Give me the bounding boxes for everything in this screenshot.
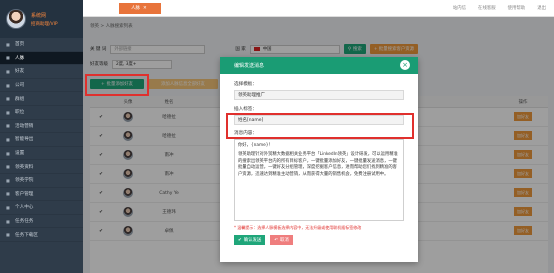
close-icon[interactable]: ✕ <box>143 6 147 11</box>
sidebar-item-5[interactable]: ■ 职位 <box>0 106 83 120</box>
profile-name: 系统网 <box>31 12 47 19</box>
cancel-label: 取消 <box>279 238 289 243</box>
sidebar-item-2[interactable]: ■ 好友 <box>0 65 83 79</box>
home-icon: ■ <box>6 41 10 47</box>
building-icon: ■ <box>6 82 10 88</box>
confirm-send-label: 确认发送 <box>243 238 262 243</box>
sidebar: 系统网 招商助理/VIP ■ 首页 ■ 人脉 ■ 好友 ■ 公司 ■ 群组 ■ 职位 ■ 活动营销 ■ 智能导… <box>0 0 83 273</box>
sidebar-item-label: 个人中心 <box>15 205 34 211</box>
message-content-textarea[interactable]: 你好，{name}！ 领英助理针对外贸精大数据相关业务平台「LinkedIn领英… <box>234 139 404 221</box>
tab-people[interactable]: 人脉 ✕ <box>119 2 161 14</box>
sidebar-item-label: 人脉 <box>15 55 25 61</box>
sidebar-item-label: 群组 <box>15 96 25 102</box>
sidebar-item-label: 领英学院 <box>15 178 34 184</box>
topbar: 人脉 ✕ 站内信 在线客服 使用帮助 退出 <box>83 0 554 17</box>
tab-label: 人脉 <box>131 6 140 11</box>
download-icon: ■ <box>6 232 10 238</box>
sidebar-item-9[interactable]: ■ 领英资料 <box>0 160 83 174</box>
profile-role: 招商助理/VIP <box>31 21 58 27</box>
content-label: 消息内容： <box>234 131 257 136</box>
top-link-0[interactable]: 站内信 <box>453 5 466 11</box>
linkedin-icon: ■ <box>6 164 10 170</box>
users-icon: ■ <box>6 68 10 74</box>
sidebar-item-14[interactable]: ■ 任务下载区 <box>0 228 83 242</box>
sidebar-item-label: 智能导出 <box>15 137 34 143</box>
sidebar-item-13[interactable]: ■ 任务任务 <box>0 215 83 229</box>
template-label: 选择模板： <box>234 82 257 87</box>
sidebar-item-10[interactable]: ■ 领英学院 <box>0 174 83 188</box>
sidebar-item-11[interactable]: ■ 客户管理 <box>0 188 83 202</box>
sidebar-item-4[interactable]: ■ 群组 <box>0 92 83 106</box>
group-icon: ■ <box>6 96 10 102</box>
avatar[interactable] <box>6 9 26 29</box>
insert-variable-label: 插入标签： <box>234 107 257 112</box>
check-icon: ✔ <box>238 237 242 243</box>
sidebar-item-label: 任务下载区 <box>15 232 38 238</box>
sidebar-item-1[interactable]: ■ 人脉 <box>0 51 83 66</box>
person-icon: ■ <box>6 204 10 210</box>
export-icon: ■ <box>6 136 10 142</box>
user-icon: ■ <box>6 55 10 61</box>
gear-icon: ■ <box>6 150 10 156</box>
dialog-close-icon[interactable]: × <box>400 60 410 70</box>
sidebar-item-8[interactable]: ■ 设置 <box>0 147 83 161</box>
sidebar-item-3[interactable]: ■ 公司 <box>0 79 83 93</box>
edit-message-dialog: 编辑发送消息 × 选择模板： 领英助理推广 插入标签： 姓名[name] 消息内… <box>220 57 418 262</box>
template-select[interactable]: 领英助理推广 <box>234 90 404 100</box>
sidebar-item-label: 任务任务 <box>15 219 34 225</box>
sidebar-item-label: 设置 <box>15 151 25 157</box>
sidebar-item-label: 客户管理 <box>15 191 34 197</box>
insert-variable-select[interactable]: 姓名[name] <box>234 115 404 125</box>
content-greeting: 你好，{name}！ <box>238 143 273 148</box>
sidebar-item-label: 公司 <box>15 83 25 89</box>
top-link-3[interactable]: 退出 <box>537 5 546 11</box>
warning-note: * 温馨提示：选择人脉模板选择内容中，无法升级或使用联机插标签修改 <box>234 225 362 230</box>
sidebar-item-6[interactable]: ■ 活动营销 <box>0 120 83 134</box>
sidebar-item-12[interactable]: ■ 个人中心 <box>0 201 83 215</box>
profile-panel: 系统网 招商助理/VIP <box>0 0 83 38</box>
undo-icon: ↶ <box>274 237 278 243</box>
megaphone-icon: ■ <box>6 123 10 129</box>
sidebar-item-label: 职位 <box>15 110 25 116</box>
top-link-2[interactable]: 使用帮助 <box>508 5 526 11</box>
task-icon: ■ <box>6 218 10 224</box>
dialog-header: 编辑发送消息 <box>220 57 418 74</box>
sidebar-item-label: 活动营销 <box>15 123 34 129</box>
confirm-send-button[interactable]: ✔ 确认发送 <box>234 235 266 245</box>
sidebar-item-0[interactable]: ■ 首页 <box>0 38 83 52</box>
dialog-title: 编辑发送消息 <box>234 63 265 69</box>
top-link-1[interactable]: 在线客服 <box>478 5 496 11</box>
sidebar-item-7[interactable]: ■ 智能导出 <box>0 133 83 147</box>
content-body: 领英助理针对外贸精大数据相关业务平台「LinkedIn领英」设计研发，可以运用精… <box>238 152 398 177</box>
crm-icon: ■ <box>6 191 10 197</box>
briefcase-icon: ■ <box>6 109 10 115</box>
sidebar-item-label: 领英资料 <box>15 164 34 170</box>
cancel-button[interactable]: ↶ 取消 <box>270 235 293 245</box>
school-icon: ■ <box>6 177 10 183</box>
sidebar-item-label: 首页 <box>15 42 25 48</box>
sidebar-item-label: 好友 <box>15 69 25 75</box>
